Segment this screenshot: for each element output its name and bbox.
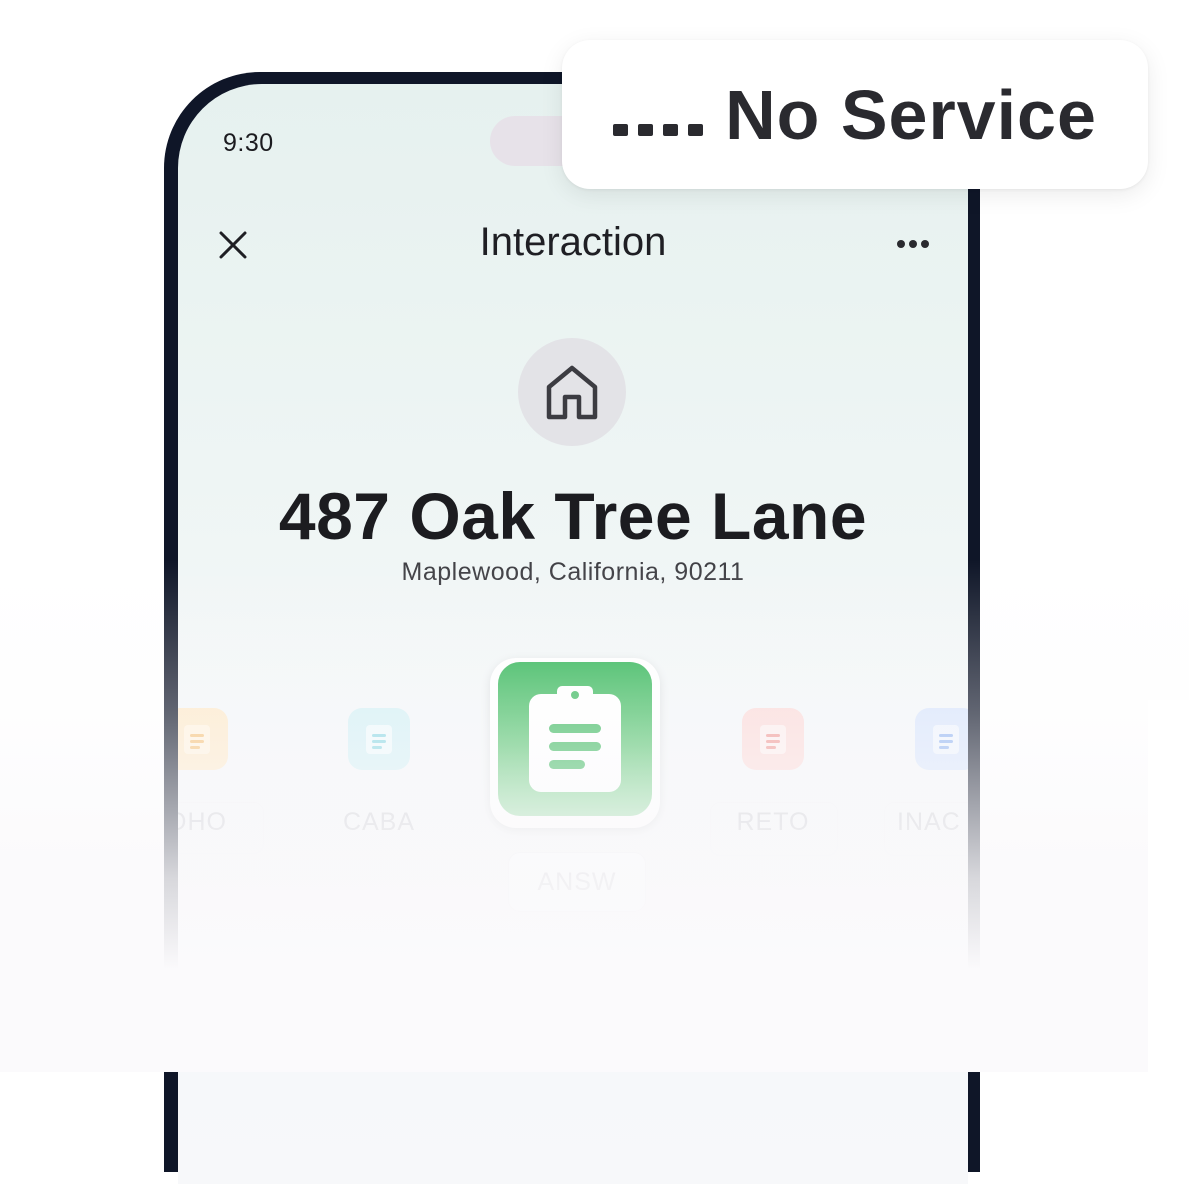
option-tile [742,708,804,770]
clipboard-icon [366,725,392,754]
option-frame [178,802,264,854]
option-tile [348,708,410,770]
no-service-toast: No Service [562,40,1148,189]
option-tile [178,708,228,770]
clipboard-icon [184,725,210,754]
clipboard-icon [933,725,959,754]
clipboard-icon [529,686,621,792]
page-title: Interaction [479,220,667,264]
option-frame [710,802,838,856]
address-title: 487 Oak Tree Lane [278,479,868,553]
option-frame [884,802,968,856]
option-label-selected: ANSW [508,852,646,912]
more-options-button[interactable] [888,222,938,266]
phone-screen: 9:30 Interaction 487 Oak Tree Lane Maple… [178,84,968,1184]
address-subtitle: Maplewood, California, 90211 [401,558,745,586]
more-horizontal-icon [897,240,929,248]
option-label: CABA [342,808,416,836]
signal-dots-icon [613,94,704,136]
clipboard-icon [760,725,786,754]
right-edge-mask [1148,700,1189,1072]
status-time: 9:30 [223,129,274,157]
no-service-text: No Service [725,75,1097,154]
location-avatar [518,338,626,446]
home-icon [546,365,598,420]
option-tile-selected [498,662,652,816]
option-tile [915,708,968,770]
option-answ[interactable] [490,658,660,828]
